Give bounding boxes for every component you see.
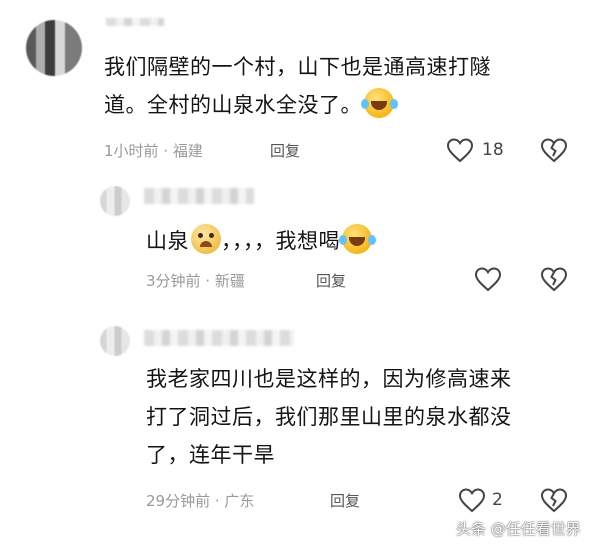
like-count: 18 (482, 140, 504, 160)
like-button[interactable]: 2 (458, 485, 503, 515)
pleading-face-icon (191, 224, 221, 254)
heart-outline-icon (458, 488, 486, 513)
comment-meta: 3分钟前 · 新疆 (146, 272, 245, 290)
reply-button[interactable]: 回复 (270, 140, 300, 161)
broken-heart-outline-icon[interactable] (540, 487, 568, 513)
reply-button[interactable]: 回复 (330, 490, 360, 511)
reply-button[interactable]: 回复 (316, 270, 346, 291)
comment-line: 打了洞过后，我们那里山里的泉水都没 (146, 405, 512, 429)
avatar[interactable] (26, 20, 82, 76)
comment-text: 我们隔壁的一个村，山下也是通高速打隧 道。全村的山泉水全没了。 (104, 48, 574, 124)
watermark-handle: @任任看世界 (490, 520, 581, 538)
like-button[interactable]: 18 (446, 135, 504, 165)
username-blurred[interactable] (144, 188, 254, 204)
comment-text: 山泉 ，，，，我想喝 (146, 222, 372, 260)
like-count: 2 (492, 490, 503, 510)
comment-line: 了，连年干旱 (146, 443, 275, 467)
broken-heart-outline-icon[interactable] (540, 266, 568, 292)
face-with-tears-of-joy-icon (339, 224, 372, 254)
broken-heart-outline-icon[interactable] (540, 137, 568, 163)
comment-line: 我们隔壁的一个村，山下也是通高速打隧 (104, 55, 491, 79)
avatar[interactable] (100, 186, 130, 216)
comment-text-part: ，，，，我想喝 (221, 229, 340, 253)
comment-line-text: 道。全村的山泉水全没了。 (104, 93, 362, 117)
watermark: 头条 @任任看世界 (456, 518, 581, 539)
comment-text-part: 山泉 (146, 229, 189, 253)
comment-line: 道。全村的山泉水全没了。 (104, 86, 574, 124)
comment-text: 我老家四川也是这样的，因为修高速来 打了洞过后，我们那里山里的泉水都没 了，连年… (146, 360, 586, 474)
heart-outline-icon[interactable] (474, 266, 502, 292)
avatar[interactable] (100, 326, 130, 356)
comment-meta: 29分钟前 · 广东 (146, 492, 255, 510)
watermark-platform: 头条 (456, 520, 487, 538)
heart-outline-icon (446, 138, 474, 163)
comment-line: 我老家四川也是这样的，因为修高速来 (146, 367, 512, 391)
comment-meta: 1小时前 · 福建 (104, 142, 203, 160)
username-blurred[interactable] (144, 330, 294, 346)
username-blurred[interactable] (106, 18, 164, 26)
face-with-tears-of-joy-icon (361, 88, 394, 118)
